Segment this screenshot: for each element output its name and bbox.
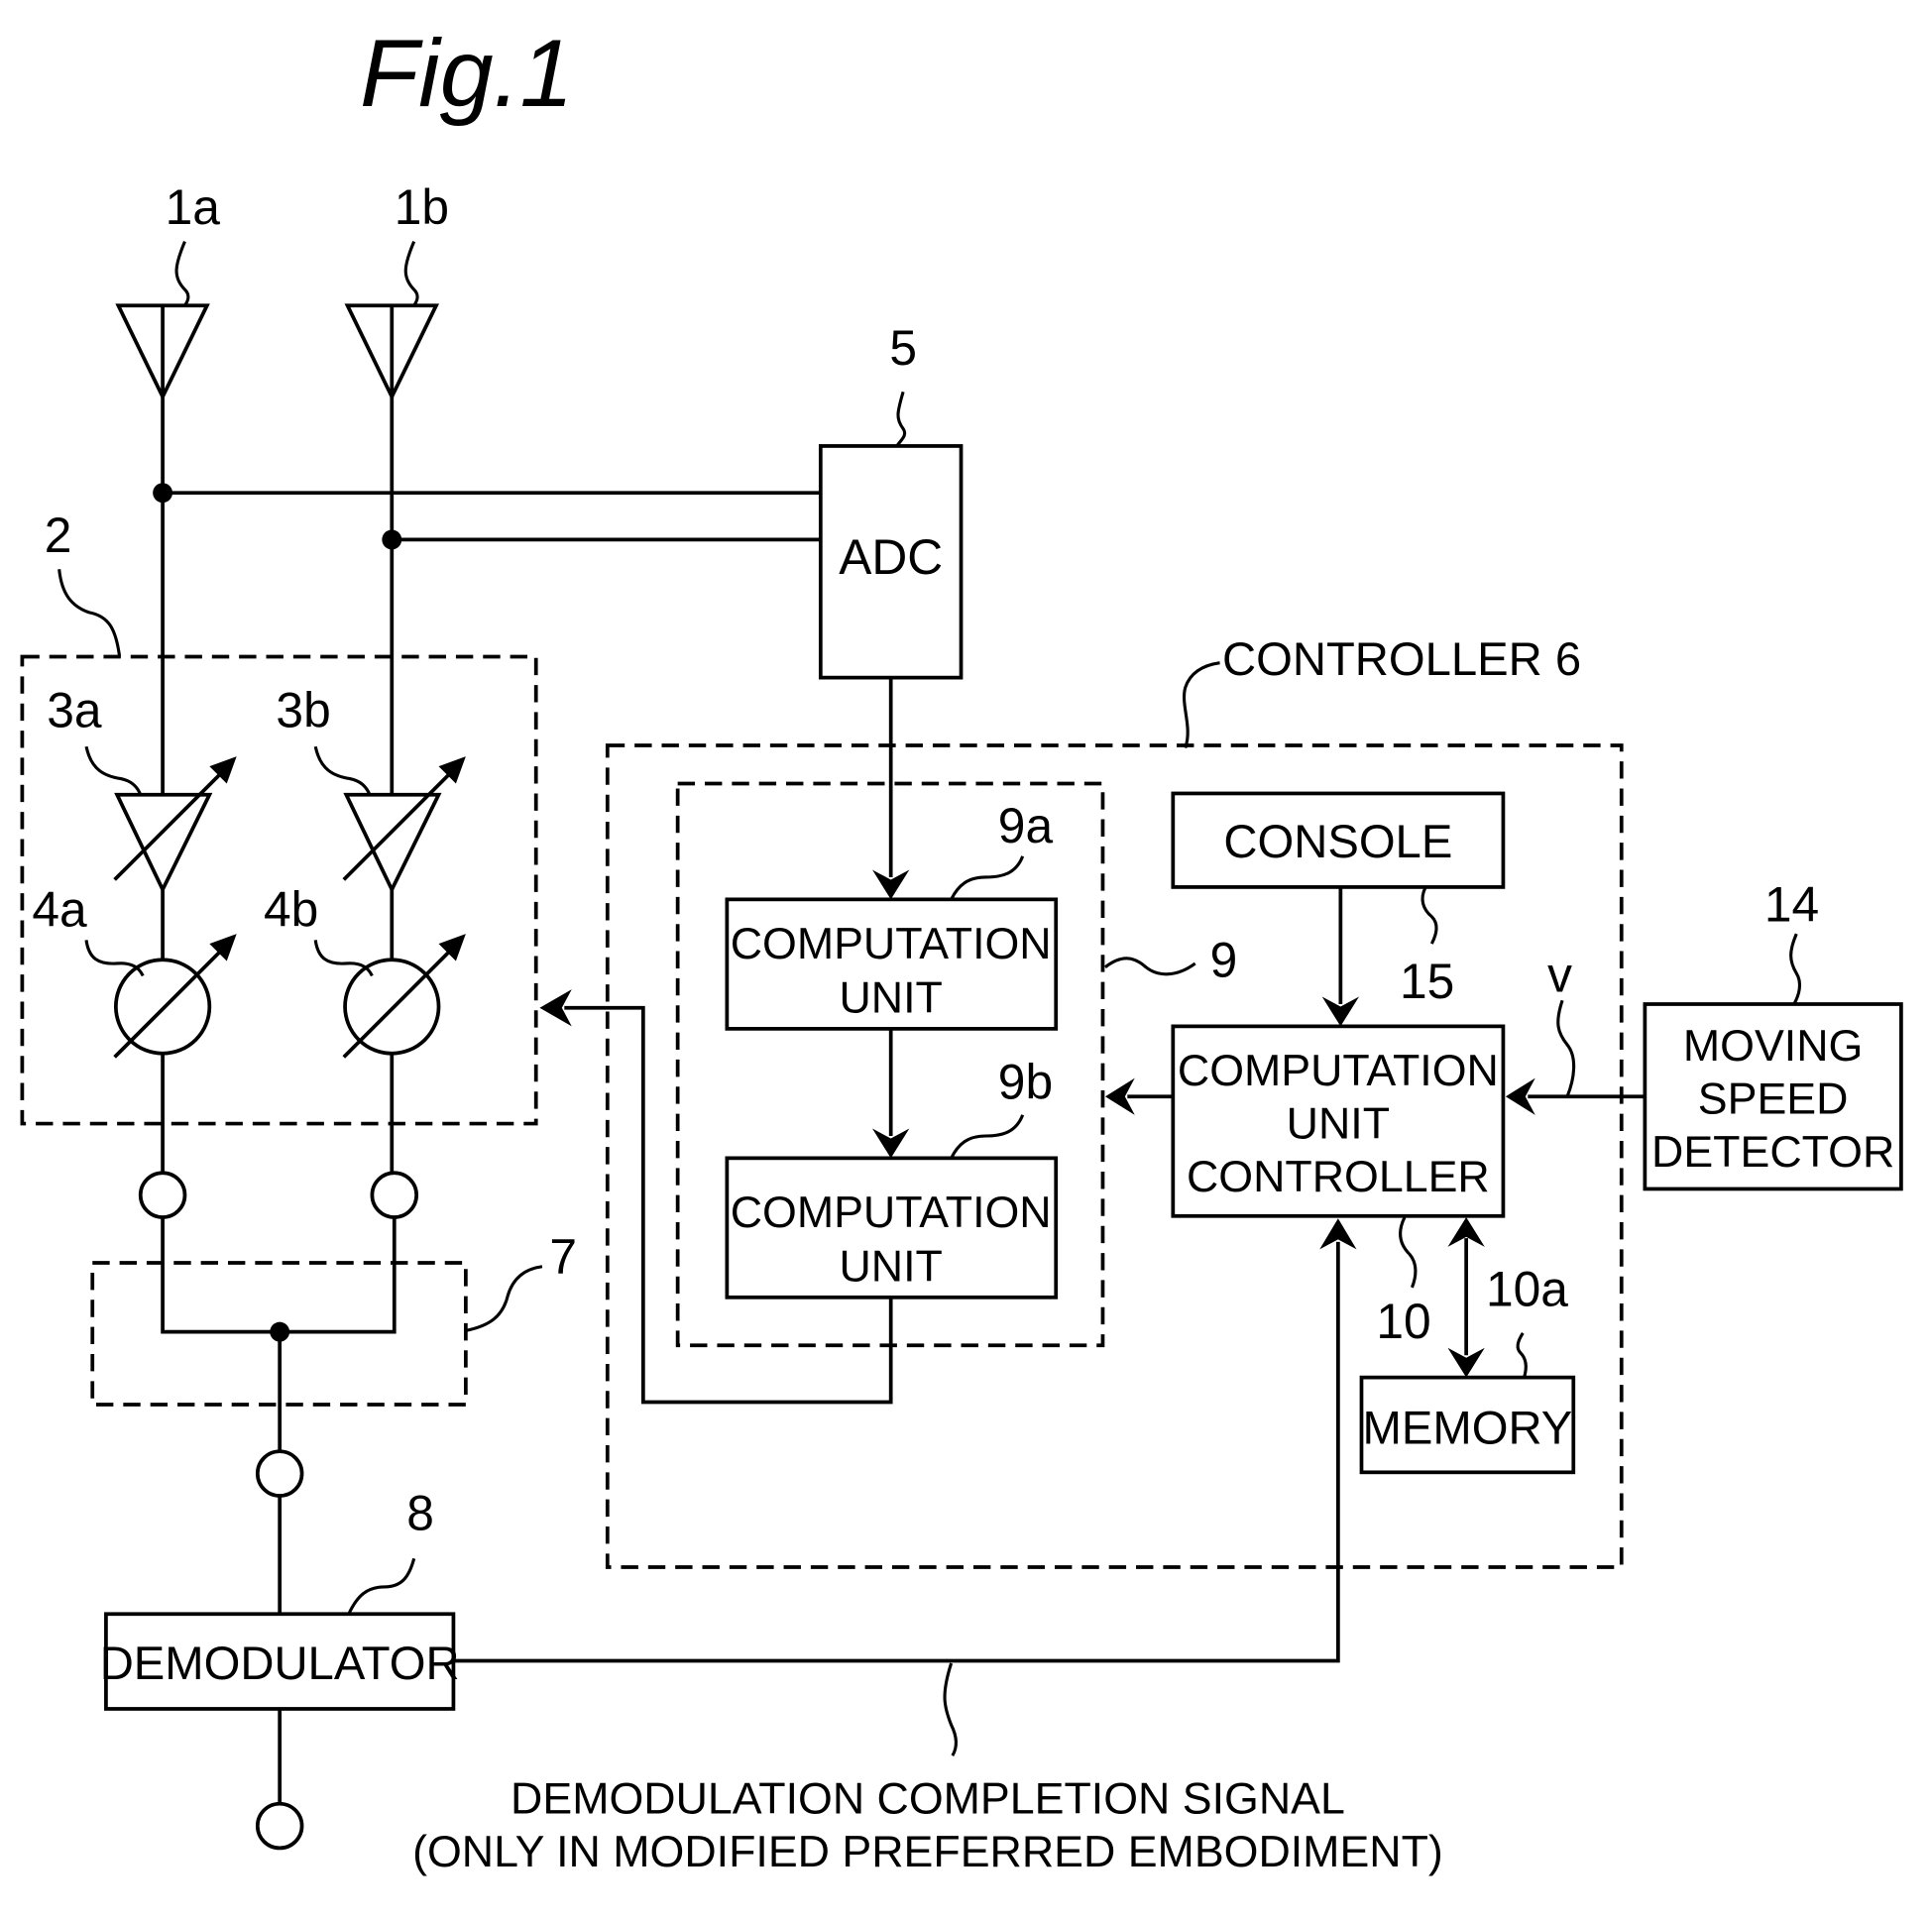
variable-amplifier-3a: 3a — [47, 682, 237, 894]
note-line-1: DEMODULATION COMPLETION SIGNAL — [511, 1774, 1345, 1824]
cuc-line-2: UNIT — [1287, 1098, 1390, 1148]
demodulator-label: DEMODULATOR — [100, 1638, 460, 1690]
terminal-circle — [370, 1171, 419, 1219]
cu-b-line-2: UNIT — [839, 1242, 942, 1292]
msd-line-3: DETECTOR — [1651, 1127, 1894, 1177]
computation-group-ref: 9 — [1210, 933, 1238, 988]
combiner-7: 7 — [90, 1217, 577, 1407]
controller-label: CONTROLLER 6 — [1222, 633, 1581, 686]
memory-label: MEMORY — [1363, 1403, 1573, 1455]
adc-ref: 5 — [889, 320, 917, 376]
figure-title: Fig.1 — [360, 19, 574, 127]
cu-b-ref: 9b — [998, 1055, 1053, 1110]
block-diagram: Fig.1 1a 1b ADC 5 2 3a 3b 4a 4b 7 DEMODU… — [20, 19, 1903, 1876]
console-label: CONSOLE — [1223, 816, 1452, 868]
cu-a-line-1: COMPUTATION — [731, 919, 1052, 968]
weighting-circuit-ref: 2 — [45, 508, 72, 563]
adc-label: ADC — [839, 529, 943, 585]
phase-shifter-4a-ref: 4a — [32, 882, 87, 938]
amplifier-3a-ref: 3a — [47, 682, 102, 737]
antenna-1a-ref: 1a — [166, 179, 221, 235]
msd-line-2: SPEED — [1698, 1074, 1849, 1124]
console-ref: 15 — [1400, 954, 1454, 1009]
combiner-ref: 7 — [549, 1229, 577, 1285]
demodulator-ref: 8 — [406, 1486, 434, 1541]
antenna-1b: 1b — [344, 179, 449, 795]
phase-shifter-4a: 4a — [32, 882, 237, 1059]
wire-demod-completion — [453, 1241, 1340, 1663]
cuc-ref: 10 — [1376, 1294, 1430, 1349]
speed-signal-label: v — [1547, 948, 1572, 1003]
terminal-circle — [138, 1171, 187, 1219]
memory-ref: 10a — [1486, 1262, 1568, 1317]
antenna-1b-ref: 1b — [395, 179, 449, 235]
amplifier-3b-ref: 3b — [276, 682, 330, 737]
cu-a-ref: 9a — [998, 798, 1054, 853]
msd-line-1: MOVING — [1683, 1021, 1863, 1071]
phase-shifter-4b: 4b — [264, 882, 466, 1059]
phase-shifter-4b-ref: 4b — [264, 882, 318, 938]
adc-block: ADC 5 — [818, 320, 964, 680]
cuc-line-1: COMPUTATION — [1178, 1046, 1499, 1095]
terminal-circle — [255, 1449, 304, 1498]
cuc-line-3: CONTROLLER — [1187, 1152, 1490, 1201]
weighting-circuit-2: 2 — [20, 508, 538, 1126]
note-line-2: (ONLY IN MODIFIED PREFERRED EMBODIMENT) — [412, 1827, 1443, 1876]
moving-speed-detector: MOVING SPEED DETECTOR 14 — [1643, 877, 1903, 1191]
cu-a-line-2: UNIT — [839, 973, 942, 1023]
cu-b-line-1: COMPUTATION — [731, 1187, 1052, 1237]
variable-amplifier-3b: 3b — [276, 682, 466, 894]
msd-ref: 14 — [1764, 877, 1819, 933]
output-terminal — [255, 1801, 304, 1851]
